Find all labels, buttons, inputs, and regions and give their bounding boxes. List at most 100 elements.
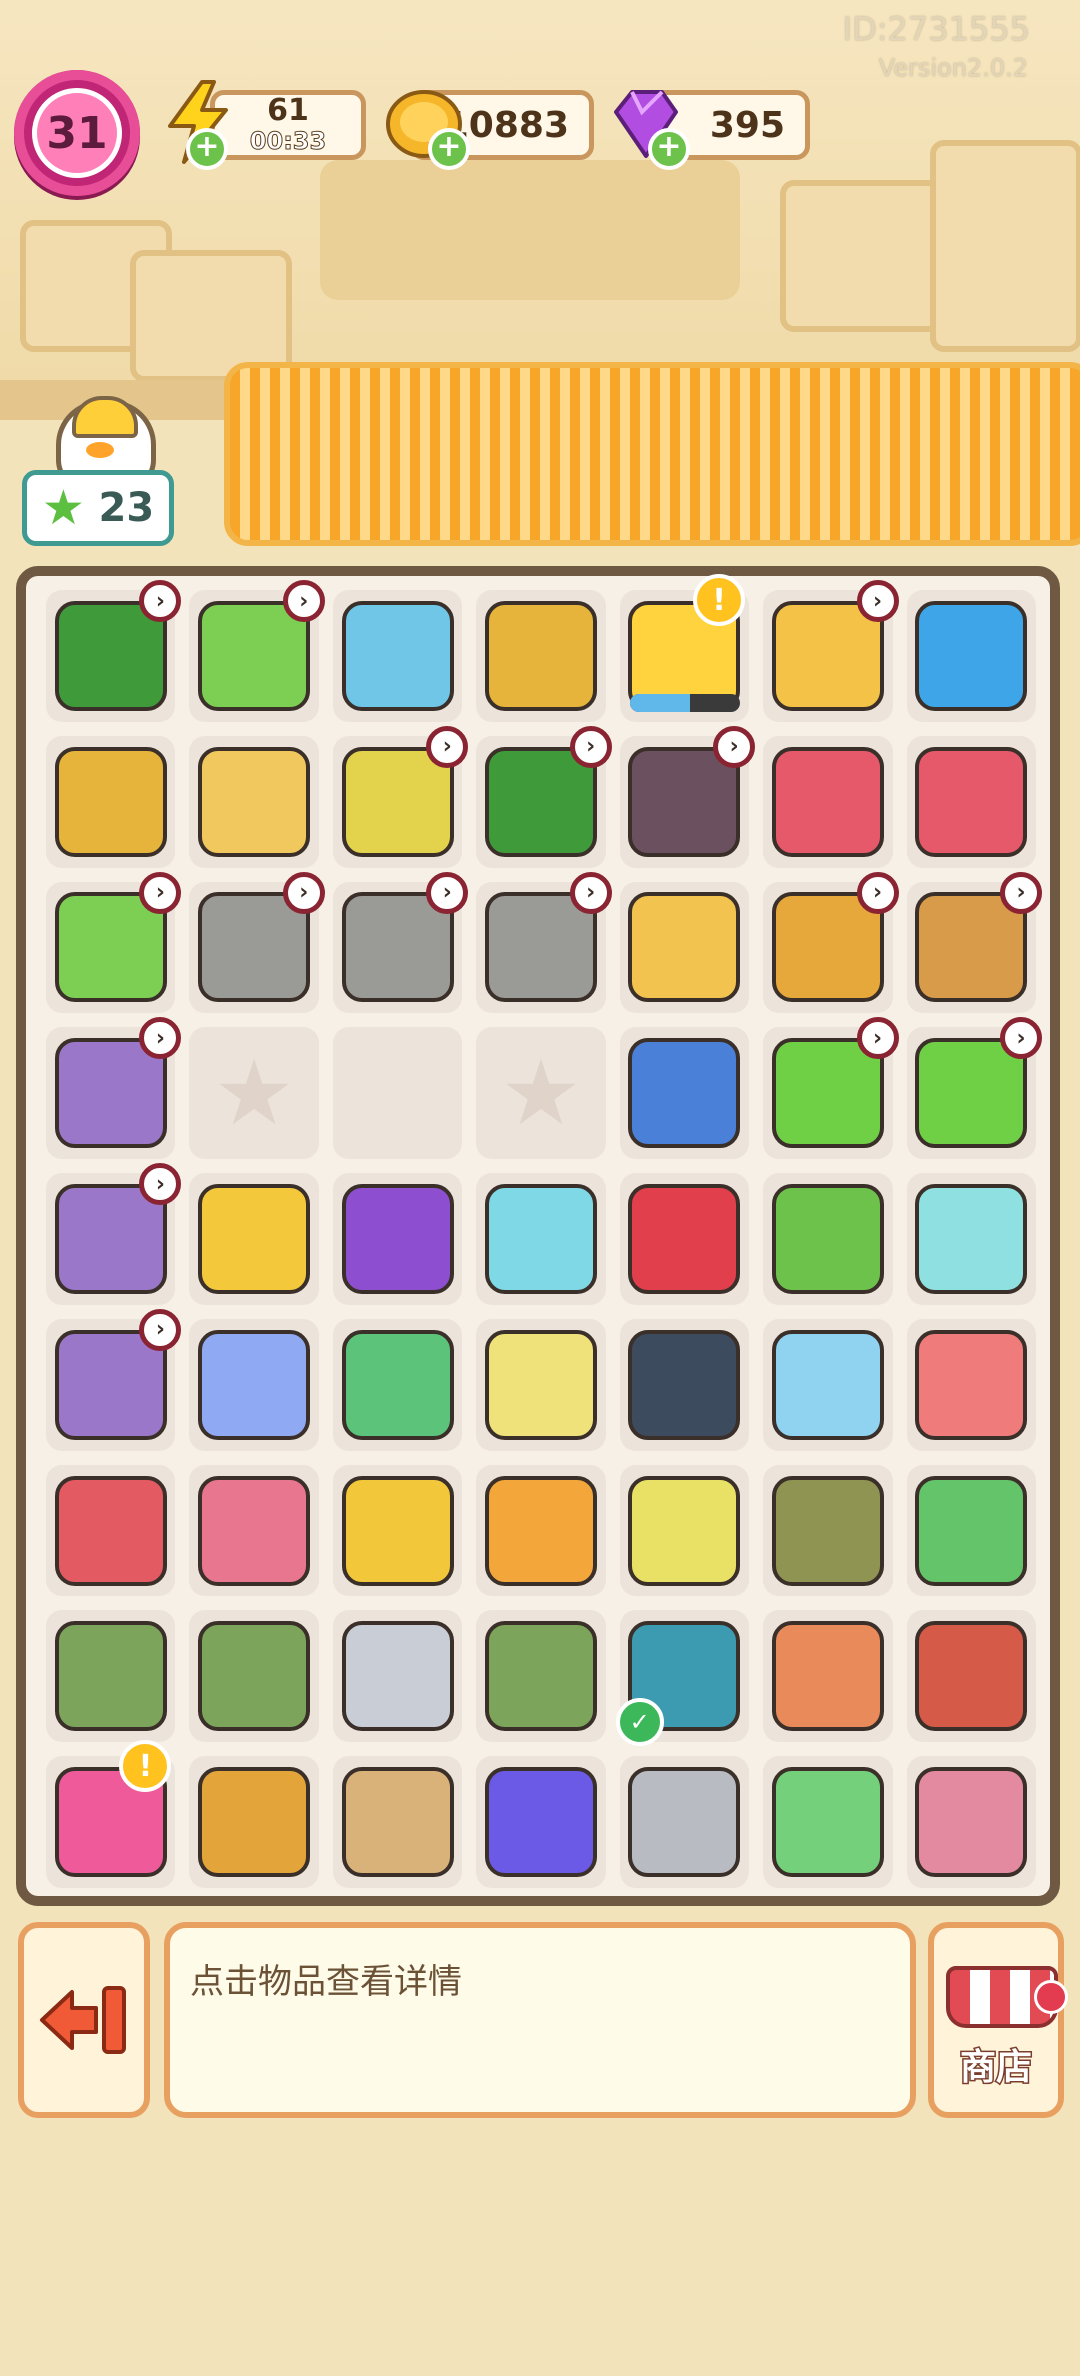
inventory-slot[interactable]: › [332, 725, 469, 868]
level-badge[interactable]: 31 [14, 70, 140, 196]
merge-arrow-icon[interactable]: › [139, 871, 182, 914]
inventory-slot[interactable] [476, 1610, 606, 1743]
inventory-slot[interactable]: › [906, 871, 1042, 1014]
level-number: 31 [32, 88, 122, 178]
robot-vacuum-icon [915, 600, 1028, 711]
sneakers-icon [771, 1329, 884, 1440]
inventory-slot[interactable] [619, 1318, 750, 1451]
inventory-slot[interactable] [332, 1173, 463, 1305]
inventory-slot[interactable]: › [906, 1017, 1042, 1160]
inventory-slot[interactable] [619, 1173, 750, 1305]
inventory-slot[interactable] [619, 1756, 750, 1888]
inventory-slot[interactable]: ! [46, 1740, 176, 1888]
merge-arrow-icon[interactable]: › [856, 1017, 899, 1060]
inventory-slot[interactable]: › [46, 871, 182, 1014]
merge-arrow-icon[interactable]: › [426, 871, 469, 914]
inventory-slot[interactable]: › [476, 725, 612, 868]
inventory-slot[interactable] [46, 735, 176, 868]
merge-arrow-icon[interactable]: › [426, 725, 469, 768]
inventory-slot[interactable] [476, 1464, 606, 1597]
event-banner[interactable] [224, 362, 1080, 546]
inventory-slot[interactable]: › [46, 1308, 182, 1451]
inventory-slot[interactable] [763, 1173, 893, 1305]
merge-arrow-icon[interactable]: › [713, 725, 756, 768]
inventory-slot[interactable] [763, 735, 893, 868]
inventory-slot[interactable]: ✓ [615, 1610, 750, 1747]
checkmark-icon: ✓ [615, 1698, 664, 1747]
merge-arrow-icon[interactable]: › [569, 725, 612, 768]
inventory-slot[interactable]: ★ [476, 1027, 606, 1160]
inventory-slot[interactable]: › [619, 725, 756, 868]
inventory-slot[interactable] [763, 1756, 893, 1888]
inventory-slot[interactable] [476, 1318, 606, 1451]
inventory-slot[interactable]: › [46, 580, 182, 722]
inventory-slot[interactable]: › [332, 871, 469, 1014]
fries-box-icon [198, 1767, 311, 1878]
merge-arrow-icon[interactable]: › [856, 871, 899, 914]
inventory-slot[interactable] [332, 590, 463, 722]
shop-building-icon [915, 1621, 1028, 1732]
inventory-slot[interactable] [763, 1318, 893, 1451]
inventory-slot[interactable] [619, 881, 750, 1014]
exit-button[interactable] [18, 1922, 150, 2118]
inventory-slot[interactable] [476, 1173, 606, 1305]
inventory-slot[interactable] [46, 1464, 176, 1597]
inventory-slot[interactable] [906, 735, 1036, 868]
inventory-slot[interactable] [476, 590, 606, 722]
merge-arrow-icon[interactable]: › [282, 871, 325, 914]
inventory-slot[interactable]: › [763, 1017, 899, 1160]
inventory-slot[interactable]: › [476, 871, 612, 1014]
add-coins-button[interactable]: + [428, 128, 470, 170]
game-console-icon [484, 1767, 597, 1878]
inventory-slot[interactable]: › [763, 871, 899, 1014]
inventory-slot[interactable] [763, 1610, 893, 1743]
merge-arrow-icon[interactable]: › [569, 871, 612, 914]
gloves-icon [198, 1621, 311, 1732]
star-rating-badge[interactable]: ★ 23 [22, 396, 178, 546]
inventory-slot[interactable]: › [189, 871, 325, 1014]
inventory-slot[interactable] [189, 1318, 319, 1451]
merge-arrow-icon[interactable]: › [856, 580, 899, 622]
inventory-slot[interactable] [763, 1464, 893, 1597]
inventory-slot[interactable]: ★ [189, 1027, 319, 1160]
merge-arrow-icon[interactable]: › [139, 1308, 182, 1351]
merge-arrow-icon[interactable]: › [282, 580, 325, 622]
clothes-bin-icon [341, 1183, 454, 1294]
inventory-slot[interactable]: › [189, 580, 325, 722]
inventory-slot[interactable] [332, 1464, 463, 1597]
inventory-slot[interactable] [906, 1756, 1036, 1888]
inventory-slot[interactable] [189, 1464, 319, 1597]
merge-arrow-icon[interactable]: › [1000, 1017, 1042, 1060]
inventory-slot[interactable] [906, 590, 1036, 722]
inventory-slot[interactable] [332, 1027, 463, 1160]
add-gems-button[interactable]: + [648, 128, 690, 170]
inventory-slot[interactable]: ! [619, 574, 750, 722]
inventory-slot[interactable] [619, 1027, 750, 1160]
inventory-slot[interactable] [332, 1756, 463, 1888]
inventory-slot[interactable] [906, 1610, 1036, 1743]
inventory-slot[interactable]: › [46, 1017, 182, 1160]
merge-arrow-icon[interactable]: › [139, 1017, 182, 1060]
inventory-slot[interactable] [906, 1318, 1036, 1451]
inventory-slot[interactable] [189, 1173, 319, 1305]
inventory-slot[interactable] [332, 1318, 463, 1451]
inventory-slot[interactable] [332, 1610, 463, 1743]
banknotes-icon [341, 1329, 454, 1440]
inventory-slot[interactable] [189, 735, 319, 868]
helmet-icon [915, 1183, 1028, 1294]
merge-arrow-icon[interactable]: › [139, 580, 182, 622]
inventory-slot[interactable]: › [46, 1163, 182, 1305]
inventory-slot[interactable] [189, 1756, 319, 1888]
inventory-slot[interactable] [46, 1610, 176, 1743]
inventory-slot[interactable] [906, 1173, 1036, 1305]
inventory-slot[interactable] [189, 1610, 319, 1743]
inventory-slot[interactable]: › [763, 580, 899, 722]
inventory-slot[interactable] [619, 1464, 750, 1597]
inventory-slot[interactable] [476, 1756, 606, 1888]
inventory-slot[interactable] [906, 1464, 1036, 1597]
merge-arrow-icon[interactable]: › [139, 1163, 182, 1206]
merge-arrow-icon[interactable]: › [1000, 871, 1042, 914]
hard-hat-icon [72, 396, 138, 438]
add-energy-button[interactable]: + [186, 128, 228, 170]
shop-button[interactable]: 商店 [928, 1922, 1068, 2118]
